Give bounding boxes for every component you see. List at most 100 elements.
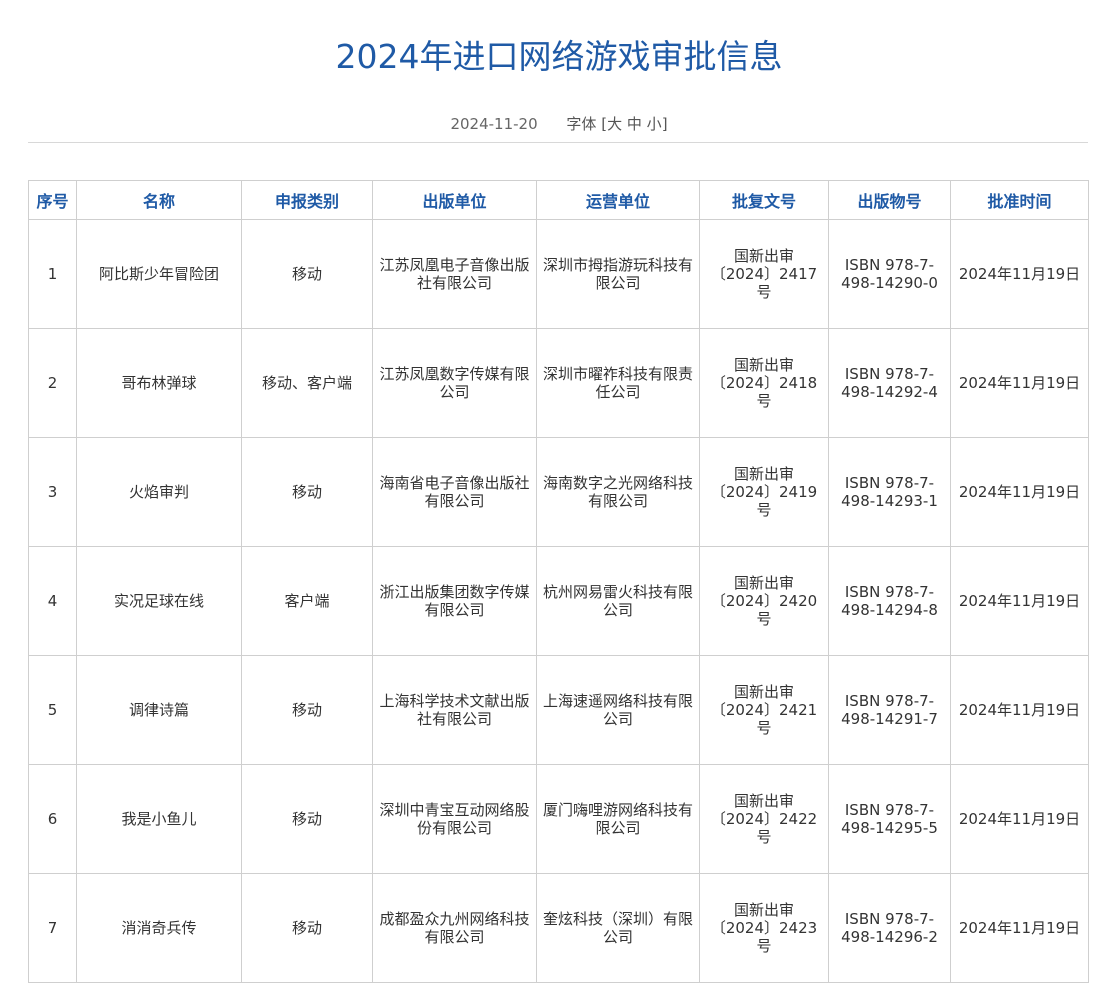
approval-no-line: 号 [756,828,772,846]
approval-table: 序号 名称 申报类别 出版单位 运营单位 批复文号 出版物号 批准时间 1 阿比… [28,180,1089,983]
header-approval-no: 批复文号 [699,180,829,220]
isbn-line: 498-14291-7 [841,710,938,728]
cell-operator: 上海速遥网络科技有限公司 [536,655,700,765]
cell-isbn: ISBN 978-7- 498-14292-4 [828,328,951,438]
cell-approval-no: 国新出审 〔2024〕2422 号 [699,764,829,874]
table-row: 2 哥布林弹球 移动、客户端 江苏凤凰数字传媒有限公司 深圳市曜祚科技有限责任公… [28,328,1089,438]
cell-operator: 海南数字之光网络科技有限公司 [536,437,700,547]
page-title: 2024年进口网络游戏审批信息 [335,37,783,76]
cell-category: 移动 [241,437,373,547]
title-divider [28,142,1088,143]
cell-no: 1 [28,219,77,329]
approval-no-line: 国新出审 [733,901,794,919]
header-publisher: 出版单位 [372,180,537,220]
approval-no-line: 国新出审 [733,247,794,265]
cell-approval-no: 国新出审 〔2024〕2423 号 [699,873,829,983]
font-large-link[interactable]: 大 [607,115,622,133]
approval-no-line: 〔2024〕2417 [710,265,818,283]
cell-no: 5 [28,655,77,765]
cell-isbn: ISBN 978-7- 498-14295-5 [828,764,951,874]
header-no: 序号 [28,180,77,220]
cell-isbn: ISBN 978-7- 498-14296-2 [828,873,951,983]
cell-publisher: 成都盈众九州网络科技有限公司 [372,873,537,983]
cell-approval-date: 2024年11月19日 [950,655,1089,765]
cell-category: 移动 [241,873,373,983]
isbn-line: 498-14295-5 [841,819,938,837]
isbn-line: ISBN 978-7- [844,910,935,928]
cell-name: 调律诗篇 [76,655,242,765]
cell-name: 消消奇兵传 [76,873,242,983]
cell-approval-no: 国新出审 〔2024〕2421 号 [699,655,829,765]
cell-approval-date: 2024年11月19日 [950,328,1089,438]
header-approval-date: 批准时间 [950,180,1089,220]
isbn-line: ISBN 978-7- [844,801,935,819]
cell-category: 移动 [241,219,373,329]
approval-no-line: 〔2024〕2419 [710,483,818,501]
font-size-control: 字体 [大 中 小] [566,115,667,133]
approval-no-line: 〔2024〕2422 [710,810,818,828]
publish-date: 2024-11-20 [450,115,538,133]
cell-publisher: 海南省电子音像出版社有限公司 [372,437,537,547]
table-row: 6 我是小鱼儿 移动 深圳中青宝互动网络股份有限公司 厦门嗨哩游网络科技有限公司… [28,764,1089,874]
header-name: 名称 [76,180,242,220]
cell-approval-date: 2024年11月19日 [950,764,1089,874]
table-row: 7 消消奇兵传 移动 成都盈众九州网络科技有限公司 奎炫科技（深圳）有限公司 国… [28,873,1089,983]
cell-name: 火焰审判 [76,437,242,547]
isbn-line: 498-14294-8 [841,601,938,619]
approval-no-line: 〔2024〕2418 [710,374,818,392]
table-header-row: 序号 名称 申报类别 出版单位 运营单位 批复文号 出版物号 批准时间 [28,180,1089,220]
cell-publisher: 上海科学技术文献出版社有限公司 [372,655,537,765]
font-small-link[interactable]: 小 [647,115,662,133]
cell-category: 移动、客户端 [241,328,373,438]
cell-no: 4 [28,546,77,656]
approval-no-line: 号 [756,937,772,955]
cell-operator: 深圳市曜祚科技有限责任公司 [536,328,700,438]
header-operator: 运营单位 [536,180,700,220]
cell-publisher: 江苏凤凰数字传媒有限公司 [372,328,537,438]
isbn-line: ISBN 978-7- [844,365,935,383]
approval-no-line: 国新出审 [733,683,794,701]
cell-isbn: ISBN 978-7- 498-14290-0 [828,219,951,329]
font-bracket-close: ] [661,115,668,133]
table-row: 3 火焰审判 移动 海南省电子音像出版社有限公司 海南数字之光网络科技有限公司 … [28,437,1089,547]
header-category: 申报类别 [241,180,373,220]
cell-isbn: ISBN 978-7- 498-14294-8 [828,546,951,656]
cell-no: 6 [28,764,77,874]
approval-no-line: 号 [756,501,772,519]
approval-no-line: 国新出审 [733,792,794,810]
cell-approval-date: 2024年11月19日 [950,546,1089,656]
font-label: 字体 [566,115,597,133]
article-meta: 2024-11-20 字体 [大 中 小] [0,113,1118,135]
cell-operator: 杭州网易雷火科技有限公司 [536,546,700,656]
isbn-line: ISBN 978-7- [844,692,935,710]
cell-no: 3 [28,437,77,547]
approval-no-line: 〔2024〕2421 [710,701,818,719]
cell-no: 7 [28,873,77,983]
cell-approval-date: 2024年11月19日 [950,219,1089,329]
cell-category: 移动 [241,655,373,765]
isbn-line: 498-14293-1 [841,492,938,510]
approval-no-line: 国新出审 [733,356,794,374]
cell-approval-date: 2024年11月19日 [950,873,1089,983]
isbn-line: 498-14296-2 [841,928,938,946]
approval-no-line: 号 [756,283,772,301]
header-isbn: 出版物号 [828,180,951,220]
approval-no-line: 号 [756,392,772,410]
cell-approval-no: 国新出审 〔2024〕2420 号 [699,546,829,656]
approval-no-line: 国新出审 [733,574,794,592]
cell-category: 客户端 [241,546,373,656]
font-medium-link[interactable]: 中 [627,115,642,133]
approval-no-line: 国新出审 [733,465,794,483]
isbn-line: 498-14292-4 [841,383,938,401]
cell-publisher: 江苏凤凰电子音像出版社有限公司 [372,219,537,329]
table-row: 5 调律诗篇 移动 上海科学技术文献出版社有限公司 上海速遥网络科技有限公司 国… [28,655,1089,765]
approval-no-line: 〔2024〕2420 [710,592,818,610]
cell-approval-date: 2024年11月19日 [950,437,1089,547]
cell-isbn: ISBN 978-7- 498-14293-1 [828,437,951,547]
approval-no-line: 〔2024〕2423 [710,919,818,937]
cell-operator: 厦门嗨哩游网络科技有限公司 [536,764,700,874]
isbn-line: ISBN 978-7- [844,474,935,492]
cell-no: 2 [28,328,77,438]
cell-operator: 深圳市拇指游玩科技有限公司 [536,219,700,329]
approval-no-line: 号 [756,719,772,737]
